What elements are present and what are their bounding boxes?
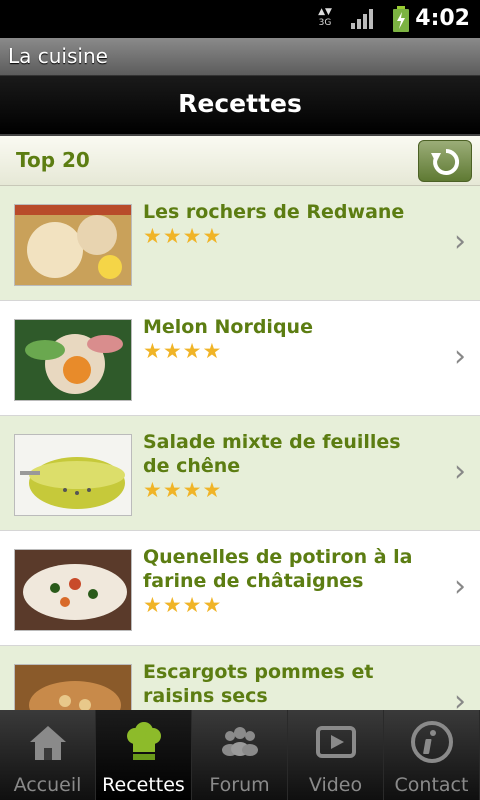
recipe-list[interactable]: Les rochers de Redwane ★★★★ › Melon Nord… xyxy=(0,186,480,710)
recipe-thumbnail xyxy=(14,549,132,631)
chevron-right-icon: › xyxy=(454,684,466,710)
recipe-row[interactable]: Escargots pommes et raisins secs ★★★★ › xyxy=(0,646,480,710)
chevron-right-icon: › xyxy=(454,454,466,489)
rating-stars: ★★★★ xyxy=(143,224,223,248)
recipe-thumbnail xyxy=(14,204,132,286)
people-icon xyxy=(221,727,258,756)
recipe-title: Salade mixte de feuilles de chêne xyxy=(143,431,401,477)
app-title: La cuisine xyxy=(8,44,108,68)
tab-label: Recettes xyxy=(102,774,185,796)
recipe-row[interactable]: Melon Nordique ★★★★ › xyxy=(0,301,480,416)
rating-stars: ★★★★ xyxy=(143,339,223,363)
recipe-row[interactable]: Quenelles de potiron à la farine de chât… xyxy=(0,531,480,646)
signal-icon xyxy=(351,9,373,29)
bottom-tab-bar: Accueil Recettes Forum Video Contact xyxy=(0,710,480,800)
network-icon: ▲▼ 3G xyxy=(318,7,332,28)
chevron-right-icon: › xyxy=(454,339,466,374)
chef-hat-icon xyxy=(126,722,161,760)
status-bar: ▲▼ 3G 4:02 xyxy=(0,0,480,38)
refresh-button[interactable] xyxy=(418,140,472,182)
page-title: Recettes xyxy=(178,89,302,118)
recipe-thumbnail xyxy=(14,319,132,401)
recipe-row[interactable]: Les rochers de Redwane ★★★★ › xyxy=(0,186,480,301)
home-icon xyxy=(29,726,66,760)
rating-stars: ★★★★ xyxy=(143,478,223,502)
recipe-title: Quenelles de potiron à la farine de chât… xyxy=(143,546,413,592)
recipe-title: Melon Nordique xyxy=(143,316,313,338)
chevron-right-icon: › xyxy=(454,224,466,259)
info-icon xyxy=(410,721,453,763)
tab-video[interactable]: Video xyxy=(288,710,384,800)
network-type: 3G xyxy=(318,18,332,28)
tab-label: Accueil xyxy=(13,774,82,796)
page-header: Recettes xyxy=(0,76,480,136)
tab-forum[interactable]: Forum xyxy=(192,710,288,800)
recipe-thumbnail xyxy=(14,664,132,710)
tab-label: Contact xyxy=(394,774,469,796)
chevron-right-icon: › xyxy=(454,569,466,604)
recipe-title: Les rochers de Redwane xyxy=(143,201,405,223)
section-bar: Top 20 xyxy=(0,136,480,186)
video-icon xyxy=(315,726,356,758)
recipe-row[interactable]: Salade mixte de feuilles de chêne ★★★★ › xyxy=(0,416,480,531)
tab-label: Video xyxy=(308,774,363,796)
tab-accueil[interactable]: Accueil xyxy=(0,710,96,800)
tab-label: Forum xyxy=(209,774,270,796)
refresh-icon xyxy=(431,148,460,175)
section-title: Top 20 xyxy=(16,148,90,172)
app-title-bar: La cuisine xyxy=(0,38,480,76)
tab-recettes[interactable]: Recettes xyxy=(96,710,192,800)
recipe-title: Escargots pommes et raisins secs xyxy=(143,661,374,707)
battery-charging-icon xyxy=(393,6,409,32)
tab-contact[interactable]: Contact xyxy=(384,710,480,800)
rating-stars: ★★★★ xyxy=(143,593,223,617)
recipe-thumbnail xyxy=(14,434,132,516)
clock: 4:02 xyxy=(415,6,470,31)
